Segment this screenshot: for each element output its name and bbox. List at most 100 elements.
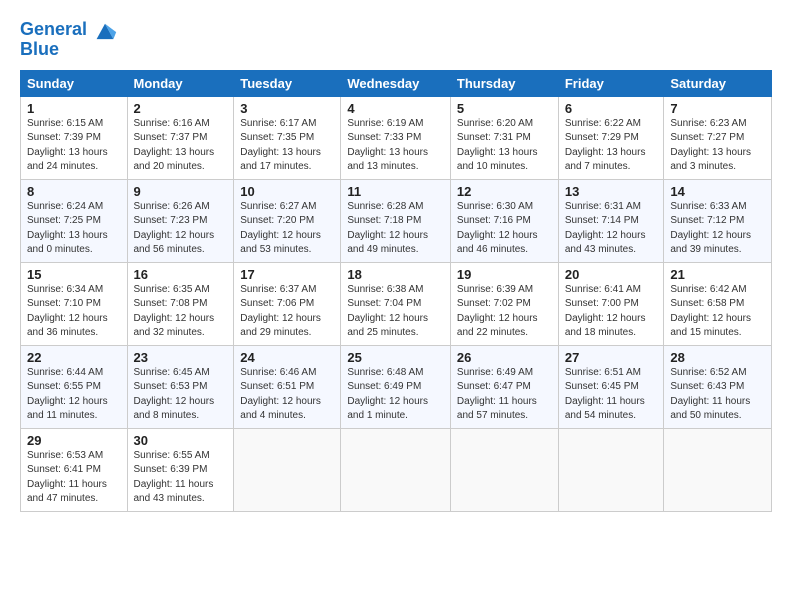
day-number: 27 <box>565 350 658 365</box>
day-info: Sunrise: 6:52 AM Sunset: 6:43 PM Dayligh… <box>670 366 765 424</box>
day-info: Sunrise: 6:41 AM Sunset: 7:00 PM Dayligh… <box>565 283 658 341</box>
day-number: 22 <box>27 350 121 365</box>
calendar-cell: 6Sunrise: 6:22 AM Sunset: 7:29 PM Daylig… <box>558 96 664 179</box>
calendar: SundayMondayTuesdayWednesdayThursdayFrid… <box>20 70 772 512</box>
calendar-cell: 23Sunrise: 6:45 AM Sunset: 6:53 PM Dayli… <box>127 345 234 428</box>
day-info: Sunrise: 6:35 AM Sunset: 7:08 PM Dayligh… <box>134 283 228 341</box>
day-info: Sunrise: 6:19 AM Sunset: 7:33 PM Dayligh… <box>347 117 444 175</box>
calendar-cell: 22Sunrise: 6:44 AM Sunset: 6:55 PM Dayli… <box>21 345 128 428</box>
calendar-cell: 10Sunrise: 6:27 AM Sunset: 7:20 PM Dayli… <box>234 179 341 262</box>
day-info: Sunrise: 6:46 AM Sunset: 6:51 PM Dayligh… <box>240 366 334 424</box>
calendar-cell: 14Sunrise: 6:33 AM Sunset: 7:12 PM Dayli… <box>664 179 772 262</box>
calendar-cell: 19Sunrise: 6:39 AM Sunset: 7:02 PM Dayli… <box>450 262 558 345</box>
day-info: Sunrise: 6:51 AM Sunset: 6:45 PM Dayligh… <box>565 366 658 424</box>
day-info: Sunrise: 6:34 AM Sunset: 7:10 PM Dayligh… <box>27 283 121 341</box>
day-info: Sunrise: 6:22 AM Sunset: 7:29 PM Dayligh… <box>565 117 658 175</box>
calendar-cell: 15Sunrise: 6:34 AM Sunset: 7:10 PM Dayli… <box>21 262 128 345</box>
day-info: Sunrise: 6:20 AM Sunset: 7:31 PM Dayligh… <box>457 117 552 175</box>
day-number: 11 <box>347 184 444 199</box>
col-header-sunday: Sunday <box>21 70 128 96</box>
day-number: 19 <box>457 267 552 282</box>
calendar-cell: 25Sunrise: 6:48 AM Sunset: 6:49 PM Dayli… <box>341 345 451 428</box>
day-number: 10 <box>240 184 334 199</box>
day-number: 18 <box>347 267 444 282</box>
day-info: Sunrise: 6:49 AM Sunset: 6:47 PM Dayligh… <box>457 366 552 424</box>
logo-icon <box>91 16 119 44</box>
day-number: 7 <box>670 101 765 116</box>
calendar-cell: 30Sunrise: 6:55 AM Sunset: 6:39 PM Dayli… <box>127 428 234 511</box>
day-info: Sunrise: 6:53 AM Sunset: 6:41 PM Dayligh… <box>27 449 121 507</box>
calendar-cell: 13Sunrise: 6:31 AM Sunset: 7:14 PM Dayli… <box>558 179 664 262</box>
day-info: Sunrise: 6:37 AM Sunset: 7:06 PM Dayligh… <box>240 283 334 341</box>
calendar-cell <box>234 428 341 511</box>
page: General Blue SundayMondayTuesdayWednesda… <box>0 0 792 522</box>
day-number: 3 <box>240 101 334 116</box>
day-number: 14 <box>670 184 765 199</box>
day-number: 26 <box>457 350 552 365</box>
day-number: 13 <box>565 184 658 199</box>
calendar-header-row: SundayMondayTuesdayWednesdayThursdayFrid… <box>21 70 772 96</box>
calendar-week-5: 29Sunrise: 6:53 AM Sunset: 6:41 PM Dayli… <box>21 428 772 511</box>
day-number: 1 <box>27 101 121 116</box>
calendar-cell: 24Sunrise: 6:46 AM Sunset: 6:51 PM Dayli… <box>234 345 341 428</box>
day-number: 25 <box>347 350 444 365</box>
day-info: Sunrise: 6:15 AM Sunset: 7:39 PM Dayligh… <box>27 117 121 175</box>
day-number: 30 <box>134 433 228 448</box>
calendar-cell: 28Sunrise: 6:52 AM Sunset: 6:43 PM Dayli… <box>664 345 772 428</box>
calendar-cell: 11Sunrise: 6:28 AM Sunset: 7:18 PM Dayli… <box>341 179 451 262</box>
day-info: Sunrise: 6:27 AM Sunset: 7:20 PM Dayligh… <box>240 200 334 258</box>
col-header-friday: Friday <box>558 70 664 96</box>
calendar-cell: 21Sunrise: 6:42 AM Sunset: 6:58 PM Dayli… <box>664 262 772 345</box>
calendar-cell: 1Sunrise: 6:15 AM Sunset: 7:39 PM Daylig… <box>21 96 128 179</box>
calendar-week-4: 22Sunrise: 6:44 AM Sunset: 6:55 PM Dayli… <box>21 345 772 428</box>
calendar-cell: 20Sunrise: 6:41 AM Sunset: 7:00 PM Dayli… <box>558 262 664 345</box>
col-header-monday: Monday <box>127 70 234 96</box>
day-number: 12 <box>457 184 552 199</box>
calendar-cell: 8Sunrise: 6:24 AM Sunset: 7:25 PM Daylig… <box>21 179 128 262</box>
day-number: 9 <box>134 184 228 199</box>
logo-text: General <box>20 20 87 40</box>
calendar-cell: 3Sunrise: 6:17 AM Sunset: 7:35 PM Daylig… <box>234 96 341 179</box>
col-header-tuesday: Tuesday <box>234 70 341 96</box>
col-header-saturday: Saturday <box>664 70 772 96</box>
day-number: 4 <box>347 101 444 116</box>
calendar-cell: 29Sunrise: 6:53 AM Sunset: 6:41 PM Dayli… <box>21 428 128 511</box>
day-info: Sunrise: 6:38 AM Sunset: 7:04 PM Dayligh… <box>347 283 444 341</box>
calendar-cell: 2Sunrise: 6:16 AM Sunset: 7:37 PM Daylig… <box>127 96 234 179</box>
day-number: 15 <box>27 267 121 282</box>
calendar-cell: 26Sunrise: 6:49 AM Sunset: 6:47 PM Dayli… <box>450 345 558 428</box>
day-info: Sunrise: 6:26 AM Sunset: 7:23 PM Dayligh… <box>134 200 228 258</box>
day-info: Sunrise: 6:28 AM Sunset: 7:18 PM Dayligh… <box>347 200 444 258</box>
day-info: Sunrise: 6:31 AM Sunset: 7:14 PM Dayligh… <box>565 200 658 258</box>
day-info: Sunrise: 6:33 AM Sunset: 7:12 PM Dayligh… <box>670 200 765 258</box>
day-number: 28 <box>670 350 765 365</box>
calendar-cell: 5Sunrise: 6:20 AM Sunset: 7:31 PM Daylig… <box>450 96 558 179</box>
calendar-cell: 7Sunrise: 6:23 AM Sunset: 7:27 PM Daylig… <box>664 96 772 179</box>
calendar-cell: 17Sunrise: 6:37 AM Sunset: 7:06 PM Dayli… <box>234 262 341 345</box>
day-info: Sunrise: 6:44 AM Sunset: 6:55 PM Dayligh… <box>27 366 121 424</box>
day-number: 21 <box>670 267 765 282</box>
calendar-week-1: 1Sunrise: 6:15 AM Sunset: 7:39 PM Daylig… <box>21 96 772 179</box>
calendar-cell <box>341 428 451 511</box>
calendar-cell: 4Sunrise: 6:19 AM Sunset: 7:33 PM Daylig… <box>341 96 451 179</box>
day-info: Sunrise: 6:17 AM Sunset: 7:35 PM Dayligh… <box>240 117 334 175</box>
day-number: 16 <box>134 267 228 282</box>
day-info: Sunrise: 6:24 AM Sunset: 7:25 PM Dayligh… <box>27 200 121 258</box>
day-number: 5 <box>457 101 552 116</box>
calendar-cell: 16Sunrise: 6:35 AM Sunset: 7:08 PM Dayli… <box>127 262 234 345</box>
day-info: Sunrise: 6:30 AM Sunset: 7:16 PM Dayligh… <box>457 200 552 258</box>
calendar-cell: 9Sunrise: 6:26 AM Sunset: 7:23 PM Daylig… <box>127 179 234 262</box>
calendar-cell: 27Sunrise: 6:51 AM Sunset: 6:45 PM Dayli… <box>558 345 664 428</box>
day-number: 2 <box>134 101 228 116</box>
calendar-week-3: 15Sunrise: 6:34 AM Sunset: 7:10 PM Dayli… <box>21 262 772 345</box>
day-info: Sunrise: 6:39 AM Sunset: 7:02 PM Dayligh… <box>457 283 552 341</box>
calendar-cell <box>664 428 772 511</box>
day-info: Sunrise: 6:55 AM Sunset: 6:39 PM Dayligh… <box>134 449 228 507</box>
day-info: Sunrise: 6:23 AM Sunset: 7:27 PM Dayligh… <box>670 117 765 175</box>
day-number: 24 <box>240 350 334 365</box>
logo: General Blue <box>20 16 119 60</box>
day-info: Sunrise: 6:16 AM Sunset: 7:37 PM Dayligh… <box>134 117 228 175</box>
col-header-wednesday: Wednesday <box>341 70 451 96</box>
calendar-cell: 18Sunrise: 6:38 AM Sunset: 7:04 PM Dayli… <box>341 262 451 345</box>
day-info: Sunrise: 6:42 AM Sunset: 6:58 PM Dayligh… <box>670 283 765 341</box>
